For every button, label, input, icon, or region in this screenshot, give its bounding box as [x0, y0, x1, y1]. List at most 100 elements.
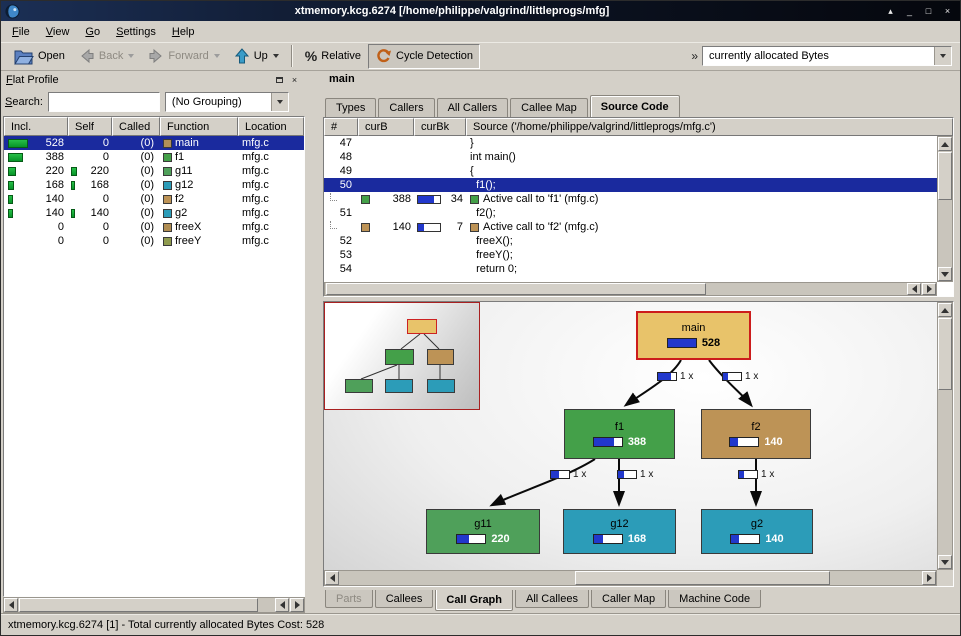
dock-float-button[interactable] [272, 73, 287, 86]
search-row: Search: (No Grouping) [3, 88, 305, 116]
scroll-up-button[interactable] [938, 137, 952, 151]
self-bar [71, 167, 77, 176]
menu-help[interactable]: Help [164, 23, 203, 41]
source-line[interactable]: 54 return 0; [324, 262, 937, 276]
grouping-combo[interactable]: (No Grouping) [165, 92, 289, 112]
tab-caller-map[interactable]: Caller Map [591, 590, 666, 608]
graph-overview-map[interactable] [324, 302, 480, 410]
scroll-right-button[interactable] [922, 571, 936, 585]
tab-callers[interactable]: Callers [378, 98, 434, 117]
column-header-location[interactable]: Location [238, 117, 304, 136]
flat-profile-row-main[interactable]: 528 0 (0) main mfg.c [4, 136, 304, 150]
scroll-down-button[interactable] [938, 267, 952, 281]
event-type-combo[interactable]: currently allocated Bytes [702, 46, 952, 66]
tab-call-graph[interactable]: Call Graph [435, 590, 513, 611]
function-color-icon [163, 195, 172, 204]
up-button[interactable]: Up [227, 44, 286, 69]
scroll-left-button[interactable] [907, 283, 921, 295]
close-button[interactable]: × [939, 4, 956, 19]
tab-all-callees[interactable]: All Callees [515, 590, 589, 608]
tab-types[interactable]: Types [325, 98, 376, 117]
scroll-left-button[interactable] [4, 598, 18, 612]
open-button[interactable]: Open [7, 44, 72, 69]
edge-label-f2-g2[interactable]: 1 x [738, 469, 774, 480]
dock-close-button[interactable]: × [287, 73, 302, 86]
flat-profile-row-f1[interactable]: 388 0 (0) f1 mfg.c [4, 150, 304, 164]
combo-dropdown-button[interactable] [934, 47, 951, 65]
source-line[interactable]: 51 f2(); [324, 206, 937, 220]
scroll-right-button[interactable] [290, 598, 304, 612]
graph-node-f1[interactable]: f1 388 [564, 409, 675, 459]
flat-profile-row-freeY[interactable]: 0 0 (0) freeY mfg.c [4, 234, 304, 248]
menu-settings[interactable]: Settings [108, 23, 164, 41]
menu-view[interactable]: View [38, 23, 78, 41]
tab-callees[interactable]: Callees [375, 590, 434, 608]
column-header-curb[interactable]: curB [358, 118, 414, 136]
source-call-annotation[interactable]: 388 34 Active call to 'f1' (mfg.c) [324, 192, 937, 206]
source-line-selected[interactable]: 50 f1(); [324, 178, 937, 192]
flat-profile-row-f2[interactable]: 140 0 (0) f2 mfg.c [4, 192, 304, 206]
scroll-left-button[interactable] [275, 598, 289, 612]
edge-label-f1-g11[interactable]: 1 x [550, 469, 586, 480]
source-line[interactable]: 52 freeX(); [324, 234, 937, 248]
column-header-self[interactable]: Self [68, 117, 112, 136]
tab-machine-code[interactable]: Machine Code [668, 590, 761, 608]
edge-label-main-f2[interactable]: 1 x [722, 371, 758, 382]
flat-profile-row-g2[interactable]: 140 140 (0) g2 mfg.c [4, 206, 304, 220]
column-header-curbk[interactable]: curBk [414, 118, 466, 136]
scroll-thumb[interactable] [19, 598, 258, 612]
scroll-right-button[interactable] [922, 283, 936, 295]
source-call-annotation[interactable]: 140 7 Active call to 'f2' (mfg.c) [324, 220, 937, 234]
scroll-thumb[interactable] [326, 283, 706, 295]
edge-label-f1-g12[interactable]: 1 x [617, 469, 653, 480]
flat-profile-row-g11[interactable]: 220 220 (0) g11 mfg.c [4, 164, 304, 178]
call-graph-canvas[interactable]: main 528 f1 388 f2 140 g11 220 g12 168 [324, 302, 937, 570]
tab-source-code[interactable]: Source Code [590, 95, 680, 117]
graph-hscrollbar[interactable] [324, 570, 937, 586]
graph-node-g11[interactable]: g11 220 [426, 509, 540, 554]
scroll-thumb[interactable] [575, 571, 830, 585]
shade-button[interactable]: ▴ [882, 4, 899, 19]
column-header-called[interactable]: Called [112, 117, 160, 136]
graph-node-f2[interactable]: f2 140 [701, 409, 811, 459]
scroll-left-button[interactable] [325, 571, 339, 585]
combo-dropdown-button[interactable] [271, 93, 288, 111]
graph-node-main[interactable]: main 528 [636, 311, 751, 360]
flat-profile-row-g12[interactable]: 168 168 (0) g12 mfg.c [4, 178, 304, 192]
toolbar-overflow-chevron[interactable]: » [687, 49, 702, 63]
flat-profile-row-freeX[interactable]: 0 0 (0) freeX mfg.c [4, 220, 304, 234]
column-header-function[interactable]: Function [160, 117, 238, 136]
tab-callee-map[interactable]: Callee Map [510, 98, 588, 117]
flat-profile-hscrollbar[interactable] [3, 597, 305, 613]
graph-node-g12[interactable]: g12 168 [563, 509, 676, 554]
source-line[interactable]: 47} [324, 136, 937, 150]
column-header-line[interactable]: # [324, 118, 358, 136]
tab-parts[interactable]: Parts [325, 590, 373, 608]
graph-vscrollbar[interactable] [937, 302, 953, 570]
scroll-down-button[interactable] [938, 555, 952, 569]
scroll-up-button[interactable] [938, 303, 952, 317]
edge-label-main-f1[interactable]: 1 x [657, 371, 693, 382]
menu-go[interactable]: Go [77, 23, 108, 41]
tab-all-callers[interactable]: All Callers [437, 98, 509, 117]
source-line[interactable]: 49{ [324, 164, 937, 178]
source-header: # curB curBk Source ('/home/philippe/val… [324, 118, 953, 136]
search-input[interactable] [48, 92, 160, 112]
cycle-detection-toggle-button[interactable]: Cycle Detection [368, 44, 480, 69]
incl-bar [8, 195, 13, 204]
source-line[interactable]: 48int main() [324, 150, 937, 164]
forward-button[interactable]: Forward [141, 44, 226, 69]
scroll-thumb[interactable] [938, 318, 952, 390]
scroll-thumb[interactable] [938, 152, 952, 200]
column-header-incl[interactable]: Incl. [4, 117, 68, 136]
relative-toggle-button[interactable]: % Relative [298, 44, 368, 69]
source-line[interactable]: 53 freeY(); [324, 248, 937, 262]
graph-node-g2[interactable]: g2 140 [701, 509, 813, 554]
minimize-button[interactable]: _ [901, 4, 918, 19]
source-hscrollbar[interactable] [324, 282, 937, 296]
column-header-source[interactable]: Source ('/home/philippe/valgrind/littlep… [466, 118, 953, 136]
maximize-button[interactable]: □ [920, 4, 937, 19]
source-vscrollbar[interactable] [937, 136, 953, 282]
menu-file[interactable]: File [4, 23, 38, 41]
back-button[interactable]: Back [72, 44, 141, 69]
